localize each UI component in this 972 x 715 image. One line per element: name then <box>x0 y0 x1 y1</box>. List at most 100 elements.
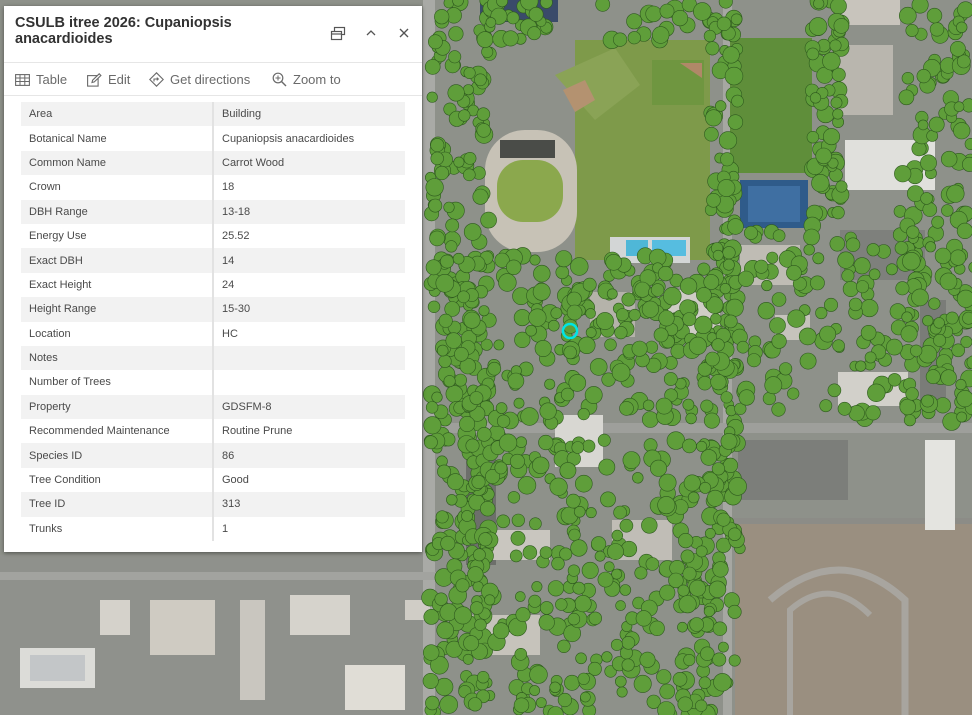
tree-symbol[interactable] <box>615 308 629 322</box>
tree-symbol[interactable] <box>604 338 617 351</box>
tree-symbol[interactable] <box>717 179 736 197</box>
tree-symbol[interactable] <box>425 178 444 197</box>
tree-symbol[interactable] <box>940 369 957 386</box>
tree-symbol[interactable] <box>650 283 665 297</box>
tree-symbol[interactable] <box>769 317 786 334</box>
tree-symbol[interactable] <box>438 313 453 328</box>
tree-symbol[interactable] <box>708 580 727 598</box>
tree-symbol[interactable] <box>894 241 909 255</box>
tree-symbol[interactable] <box>905 23 919 37</box>
tree-symbol[interactable] <box>582 277 597 292</box>
tree-symbol[interactable] <box>615 600 626 611</box>
tree-symbol[interactable] <box>532 282 551 301</box>
tree-symbol[interactable] <box>911 288 929 307</box>
tree-symbol[interactable] <box>731 94 744 108</box>
tree-symbol[interactable] <box>513 697 530 713</box>
tree-symbol[interactable] <box>956 222 972 239</box>
tree-symbol[interactable] <box>448 50 462 64</box>
tree-symbol[interactable] <box>815 147 832 165</box>
tree-symbol[interactable] <box>815 306 828 320</box>
tree-symbol[interactable] <box>469 391 484 405</box>
tree-symbol[interactable] <box>645 557 660 571</box>
tree-symbol[interactable] <box>596 312 614 330</box>
tree-symbol[interactable] <box>953 101 965 112</box>
tree-symbol[interactable] <box>600 491 616 508</box>
tree-symbol[interactable] <box>956 390 972 408</box>
tree-symbol[interactable] <box>480 501 496 517</box>
tree-symbol[interactable] <box>485 17 497 28</box>
tree-symbol[interactable] <box>929 22 945 37</box>
tree-symbol[interactable] <box>953 122 971 140</box>
tree-symbol[interactable] <box>698 676 712 689</box>
tree-symbol[interactable] <box>496 514 511 529</box>
tree-symbol[interactable] <box>453 156 465 168</box>
tree-symbol[interactable] <box>688 336 707 355</box>
tree-symbol[interactable] <box>855 280 869 294</box>
tree-symbol[interactable] <box>860 324 877 341</box>
tree-symbol[interactable] <box>424 59 441 75</box>
tree-symbol[interactable] <box>438 354 452 368</box>
tree-symbol[interactable] <box>474 618 487 631</box>
tree-symbol[interactable] <box>619 584 632 596</box>
tree-symbol[interactable] <box>657 266 674 282</box>
tree-symbol[interactable] <box>632 472 644 484</box>
tree-symbol[interactable] <box>467 566 484 583</box>
tree-symbol[interactable] <box>439 695 459 714</box>
tree-symbol[interactable] <box>830 0 847 15</box>
tree-symbol[interactable] <box>841 269 855 283</box>
tree-symbol[interactable] <box>746 353 761 368</box>
tree-symbol[interactable] <box>687 491 700 504</box>
tree-symbol[interactable] <box>925 369 941 385</box>
tree-symbol[interactable] <box>830 96 843 109</box>
tree-symbol[interactable] <box>720 391 733 404</box>
tree-symbol[interactable] <box>564 674 580 691</box>
tree-symbol[interactable] <box>714 100 727 112</box>
tree-symbol[interactable] <box>720 432 738 450</box>
tree-symbol[interactable] <box>529 517 542 531</box>
tree-symbol[interactable] <box>547 319 560 332</box>
tree-symbol[interactable] <box>955 379 967 391</box>
tree-symbol[interactable] <box>685 412 697 425</box>
tree-symbol[interactable] <box>515 607 531 623</box>
tree-symbol[interactable] <box>855 360 867 372</box>
tree-symbol[interactable] <box>925 241 937 253</box>
tree-symbol[interactable] <box>465 438 480 453</box>
tree-symbol[interactable] <box>787 387 800 400</box>
tree-symbol[interactable] <box>761 279 773 292</box>
tree-symbol[interactable] <box>440 254 454 269</box>
tree-symbol[interactable] <box>700 646 715 661</box>
tree-symbol[interactable] <box>463 151 477 165</box>
tree-symbol[interactable] <box>601 651 613 663</box>
tree-symbol[interactable] <box>700 399 714 413</box>
tree-symbol[interactable] <box>798 327 817 346</box>
tree-symbol[interactable] <box>677 621 688 633</box>
tree-symbol[interactable] <box>700 449 718 466</box>
tree-symbol[interactable] <box>703 29 717 43</box>
tree-symbol[interactable] <box>719 283 731 295</box>
tree-symbol[interactable] <box>658 473 677 492</box>
tree-symbol[interactable] <box>547 580 565 597</box>
tree-symbol[interactable] <box>472 548 486 562</box>
tree-symbol[interactable] <box>481 45 494 58</box>
tree-symbol[interactable] <box>659 683 676 700</box>
tree-symbol[interactable] <box>639 651 656 668</box>
tree-symbol[interactable] <box>566 291 582 307</box>
tree-symbol[interactable] <box>716 512 731 527</box>
tree-symbol[interactable] <box>771 333 787 349</box>
tree-symbol[interactable] <box>531 581 543 593</box>
tree-symbol[interactable] <box>572 581 586 595</box>
tree-symbol[interactable] <box>898 6 917 25</box>
tree-symbol[interactable] <box>683 474 701 492</box>
tree-symbol[interactable] <box>723 258 735 271</box>
tree-symbol[interactable] <box>766 251 779 264</box>
tree-symbol[interactable] <box>727 527 742 541</box>
tree-symbol[interactable] <box>922 315 934 327</box>
tree-symbol[interactable] <box>497 414 511 428</box>
tree-symbol[interactable] <box>931 215 945 229</box>
tree-symbol[interactable] <box>471 474 486 489</box>
tree-symbol[interactable] <box>842 280 859 297</box>
tree-symbol[interactable] <box>627 31 641 45</box>
tree-symbol[interactable] <box>616 686 628 698</box>
tree-symbol[interactable] <box>689 579 706 597</box>
tree-symbol[interactable] <box>620 540 638 558</box>
